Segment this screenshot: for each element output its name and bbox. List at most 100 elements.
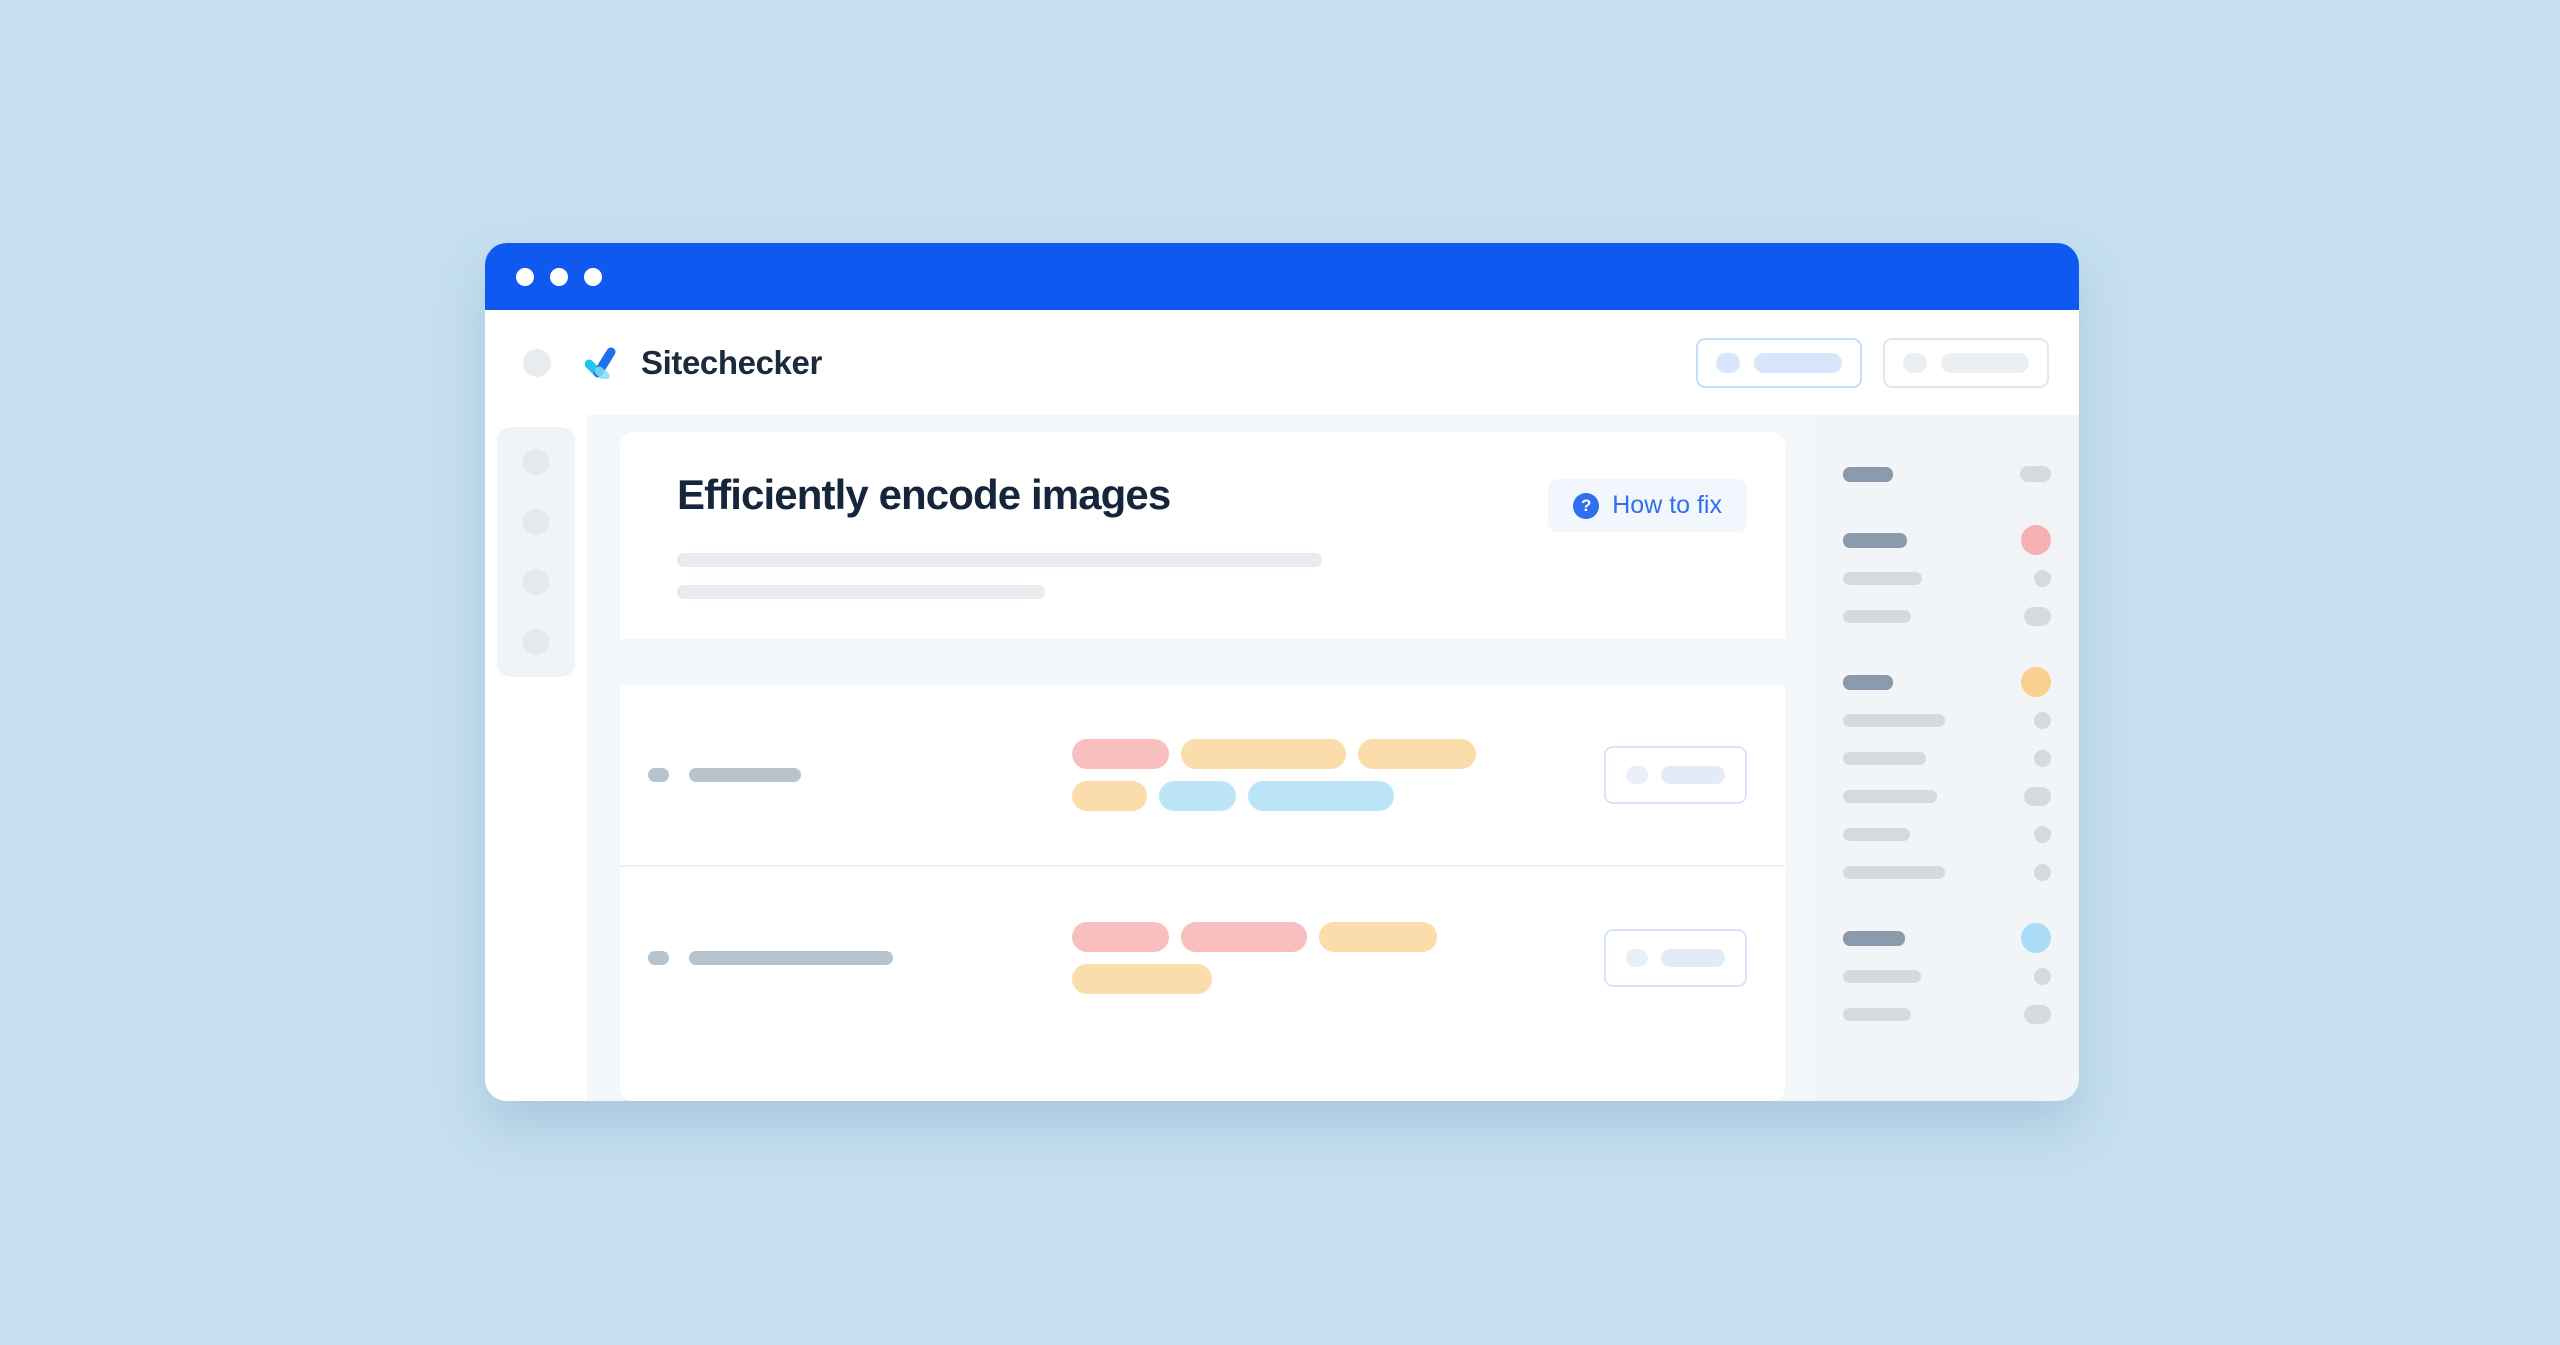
tag-pill[interactable] — [1319, 922, 1437, 953]
item-count-badge — [2024, 786, 2051, 806]
row-bullet-icon — [648, 951, 669, 966]
tag-pill[interactable] — [1072, 964, 1212, 995]
row-label — [620, 768, 1072, 783]
item-count-badge — [2024, 606, 2051, 626]
row-label — [620, 951, 1072, 966]
item-label-placeholder — [1843, 827, 1910, 841]
table-row[interactable] — [620, 685, 1785, 868]
group-label-placeholder — [1843, 466, 1893, 482]
card-header: Efficiently encode images ? How to fix — [620, 432, 1785, 639]
row-title-placeholder — [689, 768, 801, 783]
button-label-placeholder — [1754, 352, 1842, 373]
item-label-placeholder — [1843, 789, 1937, 803]
action-label-placeholder — [1661, 949, 1725, 968]
tag-pill[interactable] — [1181, 922, 1307, 953]
brand-logo-link[interactable]: Sitechecker — [585, 344, 822, 382]
page-title: Efficiently encode images — [677, 471, 1171, 518]
table-row[interactable] — [620, 867, 1785, 1049]
sidebar-sub-item[interactable] — [1843, 739, 2051, 777]
sidebar-group — [1843, 919, 2051, 1033]
button-icon-placeholder — [1903, 352, 1927, 373]
minimize-dot-icon[interactable] — [550, 267, 568, 286]
sidebar-sub-item[interactable] — [1843, 701, 2051, 739]
maximize-dot-icon[interactable] — [584, 267, 602, 286]
sidebar-sub-item[interactable] — [1843, 853, 2051, 891]
window-titlebar — [485, 243, 2079, 310]
row-bullet-icon — [648, 768, 669, 783]
sidebar-group-header[interactable] — [1843, 663, 2051, 701]
close-dot-icon[interactable] — [516, 267, 534, 286]
group-label-placeholder — [1843, 532, 1907, 548]
secondary-placeholder-button[interactable] — [1883, 337, 2049, 388]
item-label-placeholder — [1843, 571, 1922, 585]
sidebar-item-1-icon[interactable] — [523, 449, 549, 475]
window-body: Efficiently encode images ? How to fix — [485, 415, 2079, 1101]
group-count-badge — [2021, 923, 2051, 953]
sidebar-item-2-icon[interactable] — [523, 509, 549, 535]
sidebar-sub-item[interactable] — [1843, 559, 2051, 597]
group-label-placeholder — [1843, 930, 1905, 946]
sidebar-sub-item[interactable] — [1843, 815, 2051, 853]
item-label-placeholder — [1843, 865, 1945, 879]
action-icon-placeholder — [1626, 949, 1648, 968]
row-action-button[interactable] — [1604, 746, 1747, 805]
app-header: Sitechecker — [485, 310, 2079, 415]
tag-pill[interactable] — [1072, 739, 1169, 770]
item-count-badge — [2034, 711, 2051, 729]
tag-pill[interactable] — [1072, 781, 1147, 812]
double-check-icon — [585, 347, 616, 379]
primary-placeholder-button[interactable] — [1696, 337, 1862, 388]
browser-window: Sitechecker Efficiently encode images ? … — [485, 243, 2079, 1101]
sidebar-sub-item[interactable] — [1843, 597, 2051, 635]
group-count-badge — [2020, 466, 2051, 482]
question-mark-icon: ? — [1573, 492, 1600, 519]
sidebar-sub-item[interactable] — [1843, 957, 2051, 995]
tag-pill[interactable] — [1248, 781, 1394, 812]
tag-pill[interactable] — [1181, 739, 1346, 770]
card-header-text: Efficiently encode images — [677, 471, 1548, 600]
sidebar-item-3-icon[interactable] — [523, 569, 549, 595]
sidebar-rail-panel — [497, 427, 575, 677]
group-label-placeholder — [1843, 674, 1893, 690]
sidebar-group-header[interactable] — [1843, 455, 2051, 493]
item-count-badge — [2024, 1004, 2051, 1024]
sidebar-group — [1843, 455, 2051, 493]
sidebar-group — [1843, 663, 2051, 891]
row-action-button[interactable] — [1604, 929, 1747, 988]
description-line-2 — [677, 585, 1045, 600]
header-actions — [1696, 337, 2049, 388]
item-label-placeholder — [1843, 1007, 1911, 1021]
sidebar-item-4-icon[interactable] — [523, 629, 549, 655]
button-label-placeholder — [1941, 352, 2029, 373]
sidebar-sub-item[interactable] — [1843, 777, 2051, 815]
item-label-placeholder — [1843, 713, 1945, 727]
sidebar-rail — [485, 415, 587, 1101]
row-tags — [1072, 739, 1542, 812]
tag-pill[interactable] — [1358, 739, 1476, 770]
item-count-badge — [2034, 569, 2051, 587]
how-to-fix-button[interactable]: ? How to fix — [1548, 479, 1747, 532]
item-count-badge — [2034, 749, 2051, 767]
button-icon-placeholder — [1716, 352, 1740, 373]
action-label-placeholder — [1661, 766, 1725, 785]
tag-pill[interactable] — [1159, 781, 1236, 812]
brand-name: Sitechecker — [641, 343, 822, 381]
sidebar-group-header[interactable] — [1843, 919, 2051, 957]
group-count-badge — [2021, 525, 2051, 555]
row-title-placeholder — [689, 951, 893, 966]
sidebar-group-header[interactable] — [1843, 521, 2051, 559]
action-icon-placeholder — [1626, 766, 1648, 785]
right-sidebar — [1815, 415, 2079, 1101]
item-count-badge — [2034, 825, 2051, 843]
sidebar-sub-item[interactable] — [1843, 995, 2051, 1033]
item-label-placeholder — [1843, 609, 1911, 623]
sidebar-group — [1843, 521, 2051, 635]
row-tags — [1072, 922, 1542, 995]
tag-pill[interactable] — [1072, 922, 1169, 953]
how-to-fix-label: How to fix — [1612, 491, 1722, 519]
group-count-badge — [2021, 667, 2051, 697]
menu-toggle-icon[interactable] — [523, 348, 551, 377]
